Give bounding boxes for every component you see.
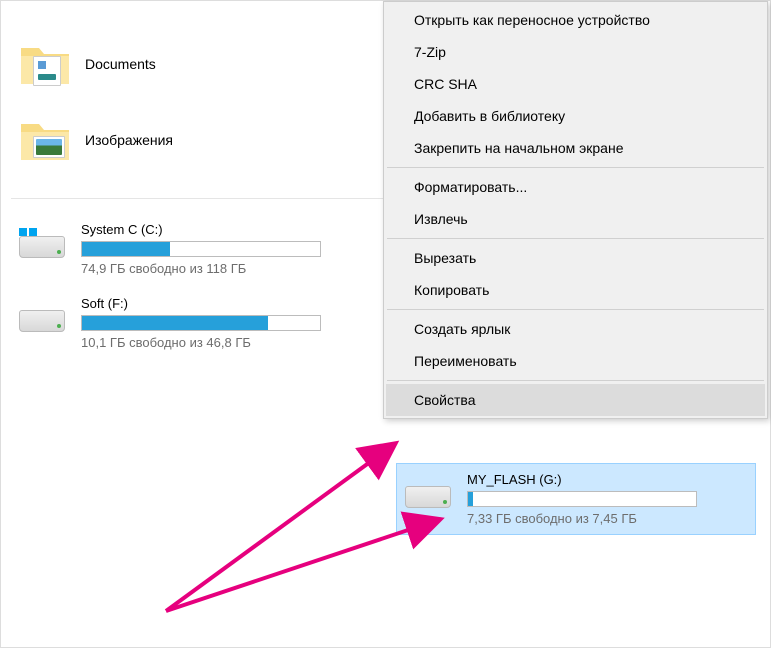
folder-icon bbox=[19, 114, 71, 166]
menu-crc-sha[interactable]: CRC SHA bbox=[386, 68, 765, 100]
drive-icon bbox=[405, 478, 453, 516]
drive-my-flash-g[interactable]: MY_FLASH (G:) 7,33 ГБ свободно из 7,45 Г… bbox=[396, 463, 756, 535]
menu-add-library[interactable]: Добавить в библиотеку bbox=[386, 100, 765, 132]
drive-capacity-bar bbox=[81, 315, 321, 331]
context-menu: Открыть как переносное устройство 7-Zip … bbox=[383, 1, 768, 419]
menu-format[interactable]: Форматировать... bbox=[386, 171, 765, 203]
menu-7zip[interactable]: 7-Zip bbox=[386, 36, 765, 68]
menu-separator bbox=[387, 380, 764, 381]
menu-eject[interactable]: Извлечь bbox=[386, 203, 765, 235]
menu-separator bbox=[387, 238, 764, 239]
drive-capacity-bar bbox=[467, 491, 697, 507]
drive-icon bbox=[19, 302, 67, 340]
drive-name: MY_FLASH (G:) bbox=[467, 472, 747, 487]
menu-cut[interactable]: Вырезать bbox=[386, 242, 765, 274]
menu-separator bbox=[387, 167, 764, 168]
menu-pin-start[interactable]: Закрепить на начальном экране bbox=[386, 132, 765, 164]
menu-rename[interactable]: Переименовать bbox=[386, 345, 765, 377]
folder-label: Изображения bbox=[85, 132, 173, 148]
drive-capacity-bar bbox=[81, 241, 321, 257]
menu-create-shortcut[interactable]: Создать ярлык bbox=[386, 313, 765, 345]
drive-status: 7,33 ГБ свободно из 7,45 ГБ bbox=[467, 511, 747, 526]
folder-icon bbox=[19, 38, 71, 90]
menu-properties[interactable]: Свойства bbox=[386, 384, 765, 416]
menu-copy[interactable]: Копировать bbox=[386, 274, 765, 306]
menu-separator bbox=[387, 309, 764, 310]
drive-icon bbox=[19, 228, 67, 266]
menu-open-portable[interactable]: Открыть как переносное устройство bbox=[386, 4, 765, 36]
folder-label: Documents bbox=[85, 56, 156, 72]
